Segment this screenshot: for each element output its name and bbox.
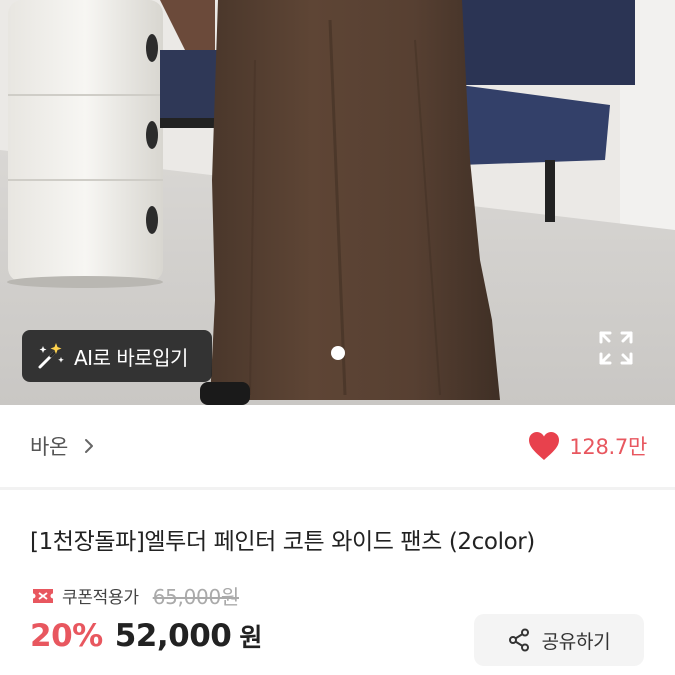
magic-wand-icon: [38, 343, 64, 369]
share-button[interactable]: 공유하기: [474, 614, 644, 666]
like-button[interactable]: 128.7만: [527, 430, 647, 462]
like-count: 128.7만: [569, 435, 647, 459]
sale-price: 52,000: [114, 618, 232, 654]
section-divider: [0, 487, 675, 490]
brand-name: 바온: [30, 435, 69, 459]
brand-row: 바온 128.7만: [0, 405, 675, 487]
discount-rate: 20%: [30, 618, 103, 654]
coupon-price-row: 쿠폰적용가 65,000원: [32, 581, 239, 610]
share-label: 공유하기: [541, 630, 611, 653]
product-title: [1천장돌파]엘투더 페인터 코튼 와이드 팬츠 (2color): [30, 529, 535, 555]
original-price: 65,000원: [152, 585, 240, 609]
brand-link[interactable]: 바온: [30, 431, 96, 461]
expand-icon[interactable]: [598, 330, 634, 366]
chevron-right-icon: [85, 439, 94, 453]
carousel-indicator-dot: [331, 346, 345, 360]
heart-icon: [529, 432, 560, 460]
share-icon: [508, 628, 529, 652]
coupon-icon: [33, 588, 53, 603]
ai-try-on-button[interactable]: AI로 바로입기: [22, 330, 212, 382]
ai-try-on-label: AI로 바로입기: [74, 345, 188, 370]
price-row: 20% 52,000 원: [30, 618, 262, 654]
currency-label: 원: [239, 623, 263, 652]
product-image-carousel[interactable]: AI로 바로입기: [0, 0, 675, 405]
coupon-label: 쿠폰적용가: [62, 588, 139, 608]
